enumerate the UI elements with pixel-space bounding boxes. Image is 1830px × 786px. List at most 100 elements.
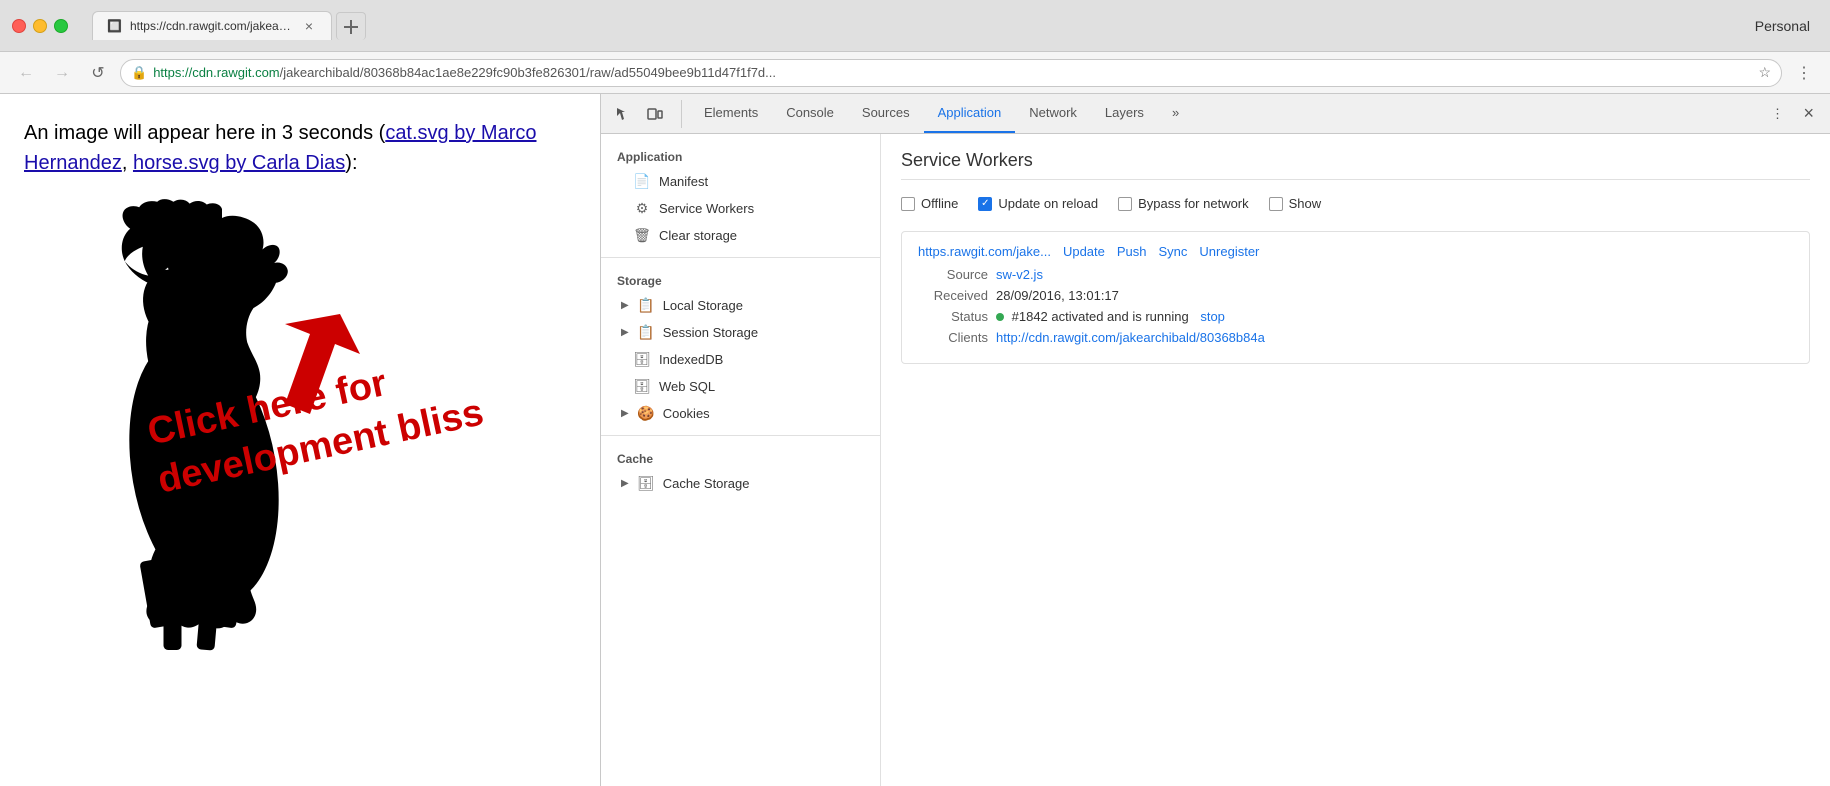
tab-elements[interactable]: Elements bbox=[690, 94, 772, 133]
web-sql-icon: 🗄 bbox=[633, 378, 651, 395]
sw-url-link[interactable]: https.rawgit.com/jake... bbox=[918, 244, 1051, 259]
sw-source-value: sw-v2.js bbox=[996, 267, 1043, 282]
browser-frame: 🔲 https://cdn.rawgit.com/jakearcl... × P… bbox=[0, 0, 1830, 786]
reload-button[interactable]: ↺ bbox=[84, 59, 112, 87]
session-storage-icon: 📋 bbox=[637, 324, 655, 341]
bypass-network-checkbox[interactable] bbox=[1118, 197, 1132, 211]
sw-stop-link[interactable]: stop bbox=[1200, 309, 1225, 324]
sw-received-value: 28/09/2016, 13:01:17 bbox=[996, 288, 1119, 303]
sw-status-value: #1842 activated and is running stop bbox=[996, 309, 1225, 324]
sidebar-item-indexeddb[interactable]: 🗄 IndexedDB bbox=[601, 346, 880, 373]
sidebar-section-storage: Storage bbox=[601, 266, 880, 292]
minimize-traffic-light[interactable] bbox=[33, 19, 47, 33]
devtools-close-button[interactable]: × bbox=[1795, 99, 1822, 128]
devtools-more-actions: ⋮ × bbox=[1763, 99, 1822, 128]
tab-close-button[interactable]: × bbox=[301, 18, 317, 34]
sw-entry: https.rawgit.com/jake... Update Push Syn… bbox=[901, 231, 1810, 364]
tab-favicon: 🔲 bbox=[107, 19, 122, 33]
sidebar-group-cache-storage[interactable]: ▶ 🗄 Cache Storage bbox=[601, 470, 880, 497]
sidebar-divider-1 bbox=[601, 257, 880, 258]
tab-sources[interactable]: Sources bbox=[848, 94, 924, 133]
inspect-element-icon[interactable] bbox=[609, 100, 637, 128]
indexeddb-icon: 🗄 bbox=[633, 351, 651, 368]
forward-button[interactable]: → bbox=[48, 59, 76, 87]
devtools-icon-group bbox=[609, 100, 682, 128]
sw-sync-link[interactable]: Sync bbox=[1159, 244, 1188, 259]
service-workers-icon: ⚙ bbox=[633, 200, 651, 217]
maximize-traffic-light[interactable] bbox=[54, 19, 68, 33]
sw-clients-value: http://cdn.rawgit.com/jakearchibald/8036… bbox=[996, 330, 1265, 345]
sidebar-item-service-workers[interactable]: ⚙ Service Workers bbox=[601, 195, 880, 222]
sw-status-label: Status bbox=[918, 309, 988, 324]
devtools-tabs: Elements Console Sources Application Net… bbox=[690, 94, 1193, 133]
tab-area: 🔲 https://cdn.rawgit.com/jakearcl... × bbox=[92, 11, 1747, 40]
show-checkbox[interactable] bbox=[1269, 197, 1283, 211]
devtools-sidebar: Application 📄 Manifest ⚙ Service Workers… bbox=[601, 134, 881, 786]
tab-layers[interactable]: Layers bbox=[1091, 94, 1158, 133]
expand-arrow-icon-4: ▶ bbox=[621, 478, 629, 489]
cookies-icon: 🍪 bbox=[637, 405, 655, 422]
sidebar-section-cache: Cache bbox=[601, 444, 880, 470]
sidebar-divider-2 bbox=[601, 435, 880, 436]
sw-status-text: #1842 activated and is running bbox=[1012, 309, 1189, 324]
close-traffic-light[interactable] bbox=[12, 19, 26, 33]
title-bar: 🔲 https://cdn.rawgit.com/jakearcl... × P… bbox=[0, 0, 1830, 52]
service-workers-title: Service Workers bbox=[901, 150, 1810, 180]
menu-button[interactable]: ⋮ bbox=[1790, 59, 1818, 87]
update-on-reload-label: Update on reload bbox=[998, 196, 1098, 211]
sw-entry-header-row: https.rawgit.com/jake... Update Push Syn… bbox=[918, 244, 1793, 259]
sidebar-item-web-sql[interactable]: 🗄 Web SQL bbox=[601, 373, 880, 400]
devtools-toolbar: Elements Console Sources Application Net… bbox=[601, 94, 1830, 134]
devtools-settings-icon[interactable]: ⋮ bbox=[1763, 100, 1791, 128]
sw-received-row: Received 28/09/2016, 13:01:17 bbox=[918, 288, 1793, 303]
sw-clients-row: Clients http://cdn.rawgit.com/jakearchib… bbox=[918, 330, 1793, 345]
page-content: An image will appear here in 3 seconds (… bbox=[0, 94, 600, 786]
clear-storage-icon: 🗑 bbox=[633, 227, 651, 244]
sw-source-row: Source sw-v2.js bbox=[918, 267, 1793, 282]
devtools-panel: Elements Console Sources Application Net… bbox=[600, 94, 1830, 786]
url-bar[interactable]: 🔒 https://cdn.rawgit.com/jakearchibald/8… bbox=[120, 59, 1782, 87]
show-checkbox-group: Show bbox=[1269, 196, 1322, 211]
secure-icon: 🔒 bbox=[131, 65, 147, 81]
show-label: Show bbox=[1289, 196, 1322, 211]
url-text: https://cdn.rawgit.com/jakearchibald/803… bbox=[153, 65, 1752, 80]
main-content: An image will appear here in 3 seconds (… bbox=[0, 94, 1830, 786]
expand-arrow-icon: ▶ bbox=[621, 300, 629, 311]
tab-more[interactable]: » bbox=[1158, 94, 1193, 133]
sidebar-group-local-storage[interactable]: ▶ 📋 Local Storage bbox=[601, 292, 880, 319]
local-storage-icon: 📋 bbox=[637, 297, 655, 314]
sw-status-row: Status #1842 activated and is running st… bbox=[918, 309, 1793, 324]
sidebar-group-session-storage[interactable]: ▶ 📋 Session Storage bbox=[601, 319, 880, 346]
sw-push-link[interactable]: Push bbox=[1117, 244, 1147, 259]
offline-checkbox[interactable] bbox=[901, 197, 915, 211]
sw-source-label: Source bbox=[918, 267, 988, 282]
device-toolbar-icon[interactable] bbox=[641, 100, 669, 128]
sw-url: https.rawgit.com/jake... bbox=[918, 244, 1051, 259]
browser-tab[interactable]: 🔲 https://cdn.rawgit.com/jakearcl... × bbox=[92, 11, 332, 40]
tab-network[interactable]: Network bbox=[1015, 94, 1091, 133]
page-intro-text: An image will appear here in 3 seconds (… bbox=[24, 118, 576, 178]
sw-clients-label: Clients bbox=[918, 330, 988, 345]
sidebar-item-manifest[interactable]: 📄 Manifest bbox=[601, 168, 880, 195]
sw-received-label: Received bbox=[918, 288, 988, 303]
sidebar-section-application: Application bbox=[601, 142, 880, 168]
sw-unregister-link[interactable]: Unregister bbox=[1199, 244, 1259, 259]
sw-source-file-link[interactable]: sw-v2.js bbox=[996, 267, 1043, 282]
bookmark-star-icon[interactable]: ☆ bbox=[1758, 64, 1771, 81]
offline-label: Offline bbox=[921, 196, 958, 211]
new-tab-button[interactable] bbox=[336, 12, 366, 40]
back-button[interactable]: ← bbox=[12, 59, 40, 87]
cache-storage-icon: 🗄 bbox=[637, 475, 655, 492]
devtools-body: Application 📄 Manifest ⚙ Service Workers… bbox=[601, 134, 1830, 786]
update-on-reload-checkbox[interactable] bbox=[978, 197, 992, 211]
sidebar-group-cookies[interactable]: ▶ 🍪 Cookies bbox=[601, 400, 880, 427]
sw-status-dot bbox=[996, 313, 1004, 321]
sw-controls: Offline Update on reload Bypass for netw… bbox=[901, 196, 1810, 211]
address-bar: ← → ↺ 🔒 https://cdn.rawgit.com/jakearchi… bbox=[0, 52, 1830, 94]
tab-application[interactable]: Application bbox=[924, 94, 1016, 133]
sw-update-link[interactable]: Update bbox=[1063, 244, 1105, 259]
horse-link[interactable]: horse.svg by Carla Dias bbox=[133, 152, 345, 174]
bypass-network-checkbox-group: Bypass for network bbox=[1118, 196, 1249, 211]
sidebar-item-clear-storage[interactable]: 🗑 Clear storage bbox=[601, 222, 880, 249]
tab-console[interactable]: Console bbox=[772, 94, 848, 133]
